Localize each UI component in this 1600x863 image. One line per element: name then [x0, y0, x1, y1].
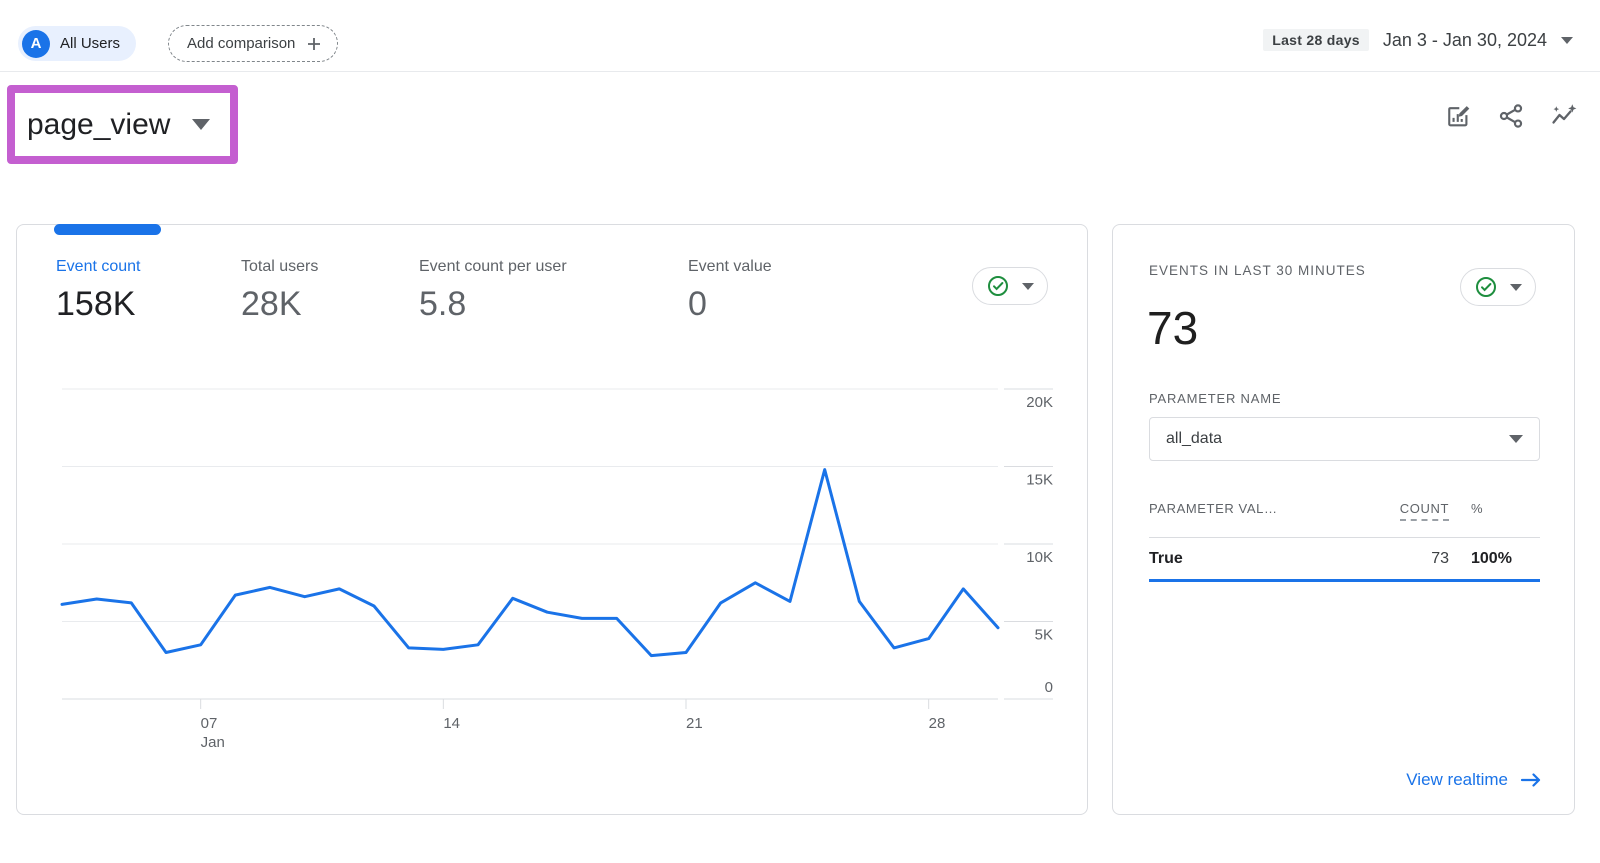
event-selector-dropdown[interactable]: page_view [15, 108, 210, 142]
view-realtime-label: View realtime [1406, 770, 1508, 790]
report-toolbar [1444, 102, 1578, 130]
plus-icon [305, 35, 323, 53]
table-divider [1149, 537, 1540, 538]
x-axis-label: 07 [201, 715, 218, 732]
dropdown-caret-icon [1509, 435, 1523, 443]
date-range-picker[interactable]: Last 28 days Jan 3 - Jan 30, 2024 [1263, 29, 1573, 51]
event-count-card: Event count 158K Total users 28K Event c… [16, 224, 1088, 815]
distribution-bar [1149, 579, 1540, 582]
column-count-sort[interactable]: COUNT [1400, 501, 1449, 521]
share-icon[interactable] [1497, 102, 1525, 130]
avatar: A [22, 30, 50, 58]
arrow-right-icon [1520, 772, 1542, 788]
x-axis-label: 21 [686, 715, 703, 732]
event-name: page_view [27, 108, 170, 142]
realtime-event-count: 73 [1147, 301, 1198, 355]
add-comparison-label: Add comparison [187, 35, 295, 52]
y-axis-label: 15K [1026, 472, 1053, 489]
date-range-value[interactable]: Jan 3 - Jan 30, 2024 [1383, 30, 1547, 51]
chevron-down-icon [1510, 284, 1522, 291]
x-axis-label: 28 [929, 715, 946, 732]
chevron-down-icon[interactable] [1561, 37, 1573, 44]
parameter-name-label: PARAMETER NAME [1149, 391, 1281, 406]
header-divider [0, 71, 1600, 72]
event-count-chart[interactable]: 0 5K 10K 15K 20K 07 Jan 14 21 28 [17, 225, 1089, 816]
all-users-chip[interactable]: A All Users [18, 26, 136, 61]
customize-report-icon[interactable] [1444, 102, 1472, 130]
percent-cell: 100% [1471, 550, 1540, 568]
y-axis-label: 5K [1035, 627, 1053, 644]
highlight-box: page_view [7, 85, 238, 164]
view-realtime-link[interactable]: View realtime [1406, 770, 1542, 790]
chevron-down-icon [192, 119, 210, 130]
date-range-badge: Last 28 days [1263, 29, 1369, 51]
ga4-event-report-page: A All Users Add comparison Last 28 days … [0, 0, 1600, 863]
event-count-line [62, 470, 998, 656]
add-comparison-button[interactable]: Add comparison [168, 25, 338, 62]
column-parameter-value: PARAMETER VAL… [1149, 501, 1369, 516]
y-axis-label: 20K [1026, 394, 1053, 411]
parameter-select[interactable]: all_data [1149, 417, 1540, 461]
parameter-select-value: all_data [1166, 430, 1222, 448]
x-axis-label: 14 [443, 715, 460, 732]
y-axis-label: 0 [1045, 679, 1053, 696]
realtime-events-card: EVENTS IN LAST 30 MINUTES 73 PARAMETER N… [1112, 224, 1575, 815]
count-cell: 73 [1369, 550, 1449, 568]
insights-icon[interactable] [1550, 102, 1578, 130]
realtime-title: EVENTS IN LAST 30 MINUTES [1149, 263, 1366, 278]
x-axis-sublabel: Jan [201, 734, 225, 751]
table-row[interactable]: True 73 100% [1149, 539, 1540, 579]
column-percent: % [1471, 501, 1540, 516]
parameter-value-cell: True [1149, 550, 1369, 568]
all-users-label: All Users [60, 35, 120, 52]
data-quality-dropdown[interactable] [1460, 268, 1536, 306]
y-axis-label: 10K [1026, 549, 1053, 566]
check-circle-icon [1474, 275, 1498, 299]
realtime-table-header: PARAMETER VAL… COUNT % [1149, 501, 1540, 521]
